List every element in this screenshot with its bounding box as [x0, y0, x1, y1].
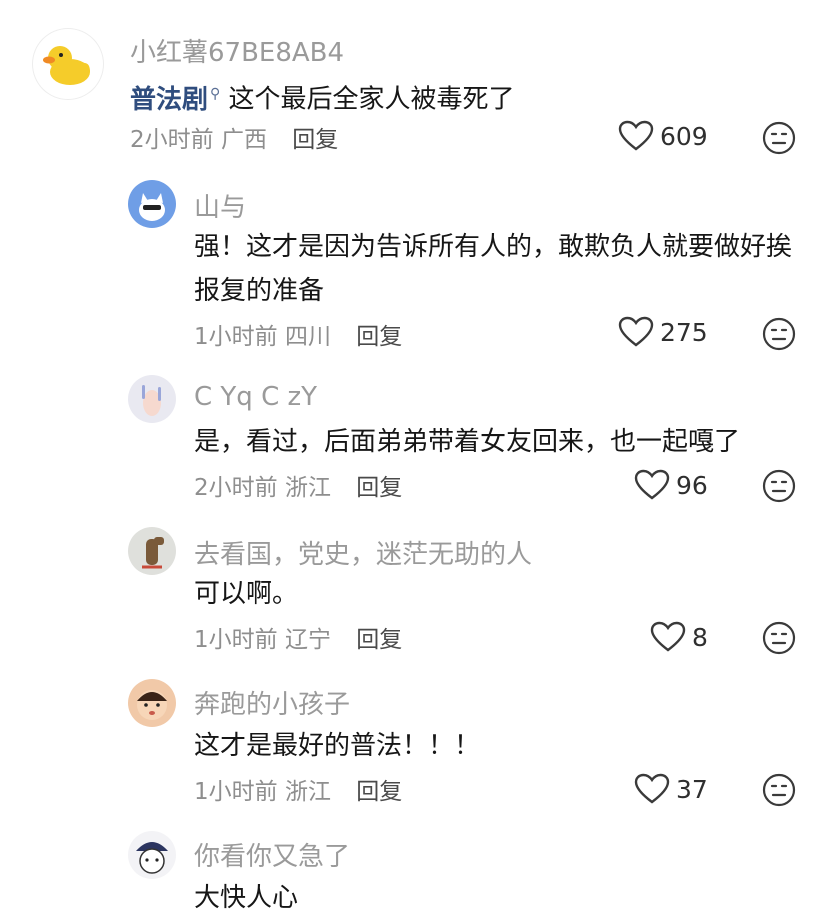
heart-icon — [618, 120, 654, 151]
like-button[interactable]: 37 — [634, 773, 708, 805]
reply-item: 山与 强！这才是因为告诉所有人的，敢欺负人就要做好挨报复的准备 1小时前 四川 … — [0, 175, 828, 365]
reply-button[interactable]: 回复 — [292, 127, 338, 153]
horse-avatar[interactable] — [128, 527, 176, 575]
duck-icon — [43, 46, 90, 85]
duck-avatar[interactable] — [32, 28, 104, 100]
reply-item: C Yq C zY 是，看过，后面弟弟带着女友回来，也一起嘎了 2小时前 浙江 … — [0, 370, 828, 520]
comment-item: 小红薯67BE8AB4 普法剧 ⚲ 这个最后全家人被毒死了 2小时前 广西 回复 … — [0, 0, 828, 175]
dislike-face-icon[interactable] — [762, 469, 796, 503]
topic-link[interactable]: 普法剧 ⚲ — [130, 85, 220, 115]
comment-username[interactable]: C Yq C zY — [194, 382, 317, 412]
hand-icon — [142, 385, 161, 416]
reply-button[interactable]: 回复 — [356, 627, 402, 653]
dislike-face-icon[interactable] — [762, 121, 796, 155]
heart-icon — [634, 773, 670, 804]
comment-username[interactable]: 奔跑的小孩子 — [194, 684, 350, 721]
like-button[interactable]: 609 — [618, 120, 708, 152]
comment-username[interactable]: 小红薯67BE8AB4 — [130, 32, 344, 69]
reply-button[interactable]: 回复 — [356, 324, 402, 350]
heart-icon — [634, 469, 670, 500]
comment-meta: 2小时前 广西 回复 — [130, 127, 339, 153]
horse-icon — [142, 537, 164, 569]
comment-text: 普法剧 ⚲ 这个最后全家人被毒死了 — [130, 84, 515, 115]
comment-username[interactable]: 你看你又急了 — [194, 836, 350, 873]
search-icon: ⚲ — [210, 86, 221, 102]
comment-meta: 1小时前 四川 回复 — [194, 324, 403, 350]
comment-meta: 1小时前 浙江 回复 — [194, 779, 403, 805]
reply-item: 你看你又急了 大快人心 — [0, 826, 828, 913]
child-avatar[interactable] — [128, 679, 176, 727]
comment-username[interactable]: 山与 — [194, 187, 246, 224]
like-button[interactable]: 275 — [618, 316, 708, 348]
comment-text: 大快人心 — [194, 883, 299, 913]
heart-icon — [650, 621, 686, 652]
dislike-face-icon[interactable] — [762, 317, 796, 351]
child-face-icon — [137, 690, 167, 720]
reply-button[interactable]: 回复 — [356, 475, 402, 501]
comment-text: 是，看过，后面弟弟带着女友回来，也一起嘎了 — [194, 427, 741, 457]
dislike-face-icon[interactable] — [762, 773, 796, 807]
comment-text: 这才是最好的普法！！！ — [194, 731, 481, 761]
cat-avatar[interactable] — [128, 180, 176, 228]
heart-icon — [618, 316, 654, 347]
like-count: 275 — [660, 317, 708, 347]
like-button[interactable]: 8 — [650, 621, 708, 653]
comment-meta: 2小时前 浙江 回复 — [194, 475, 403, 501]
like-count: 96 — [676, 470, 708, 500]
hand-avatar[interactable] — [128, 375, 176, 423]
comment-username[interactable]: 去看国，党史，迷茫无助的人 — [194, 534, 532, 571]
like-button[interactable]: 96 — [634, 469, 708, 501]
cartoon-face-icon — [136, 842, 168, 874]
comment-meta: 1小时前 辽宁 回复 — [194, 627, 403, 653]
cat-icon — [139, 193, 165, 221]
like-count: 609 — [660, 121, 708, 151]
reply-button[interactable]: 回复 — [356, 779, 402, 805]
comment-text: 强！这才是因为告诉所有人的，敢欺负人就要做好挨报复的准备 — [194, 232, 793, 306]
reply-item: 去看国，党史，迷茫无助的人 可以啊。 1小时前 辽宁 回复 8 — [0, 522, 828, 672]
like-count: 37 — [676, 774, 708, 804]
dislike-face-icon[interactable] — [762, 621, 796, 655]
cartoon-avatar[interactable] — [128, 831, 176, 879]
comment-text: 可以啊。 — [194, 579, 299, 609]
like-count: 8 — [692, 622, 708, 652]
reply-item: 奔跑的小孩子 这才是最好的普法！！！ 1小时前 浙江 回复 37 — [0, 674, 828, 824]
